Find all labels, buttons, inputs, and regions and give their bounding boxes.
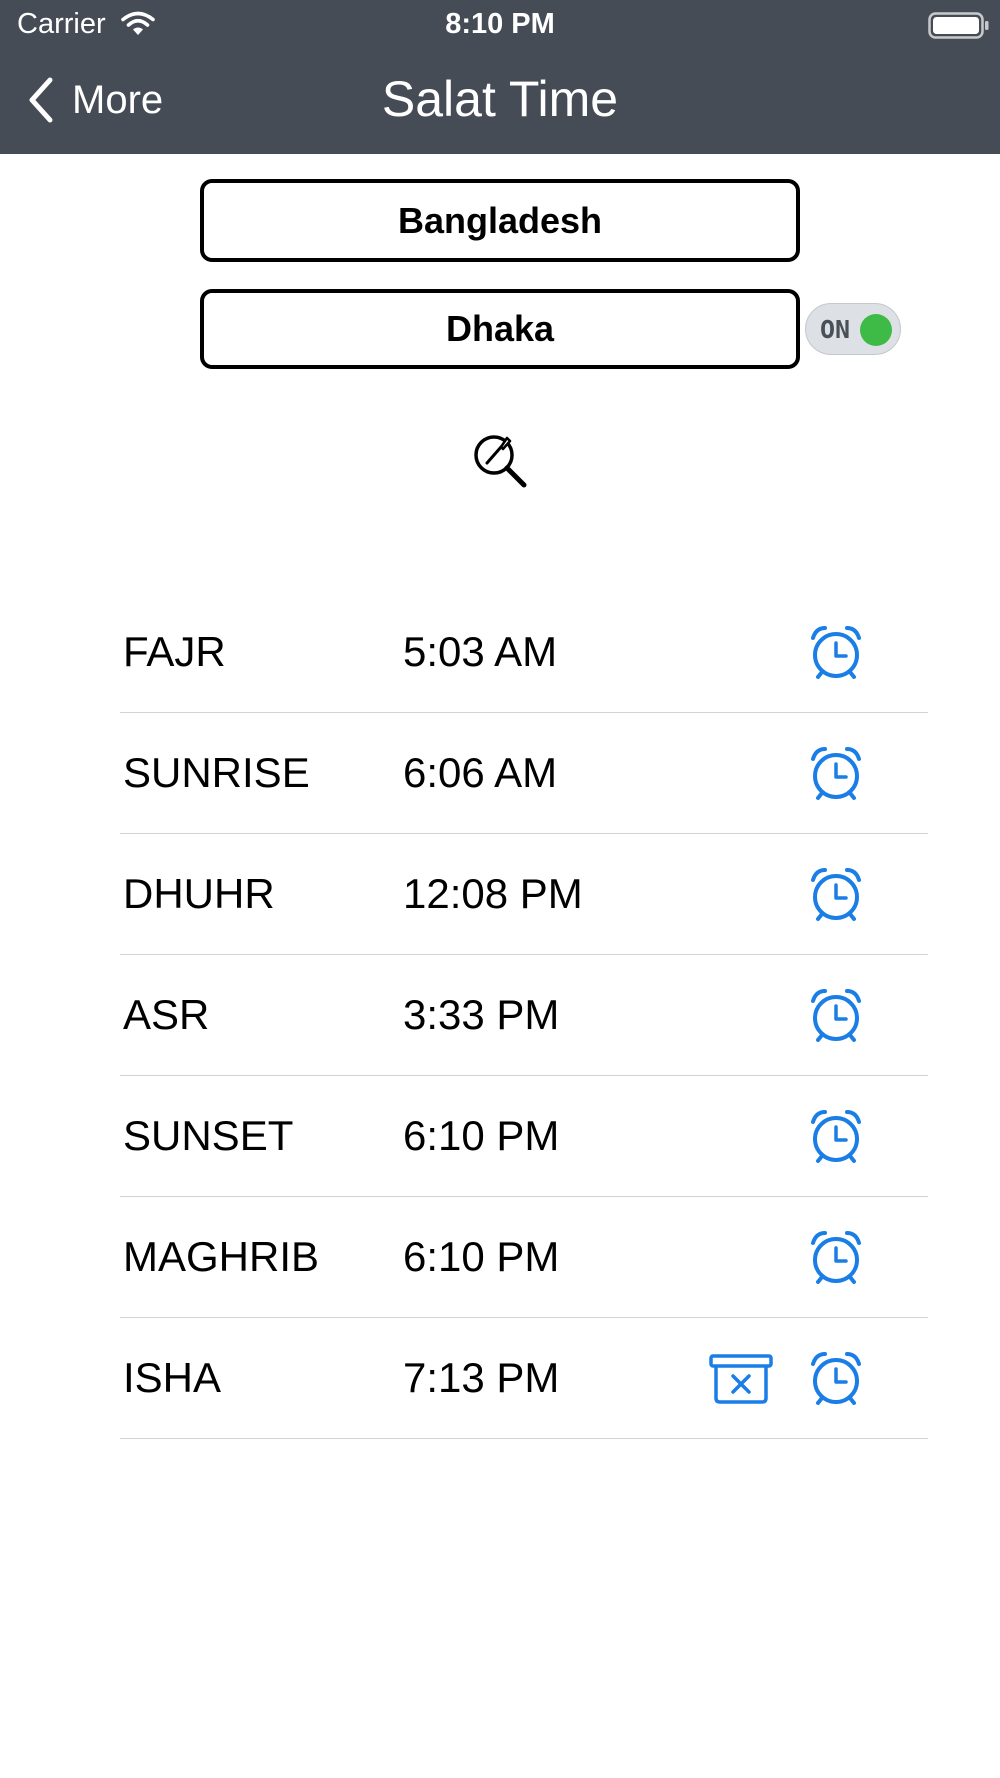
alarm-clock-icon[interactable] [808, 1350, 864, 1411]
prayer-time: 6:10 PM [403, 1112, 560, 1159]
prayer-name: ASR [123, 991, 210, 1038]
prayer-time: 7:13 PM [403, 1354, 560, 1401]
alarm-clock-icon[interactable] [808, 1229, 864, 1290]
toggle-label: ON [820, 315, 851, 344]
prayer-time: 12:08 PM [403, 870, 583, 917]
prayer-row-maghrib: MAGHRIB 6:10 PM [120, 1197, 928, 1318]
navigation-header: Carrier 8:10 PM More Salat Time [0, 0, 1000, 154]
status-bar: Carrier 8:10 PM [0, 0, 1000, 50]
prayer-row-sunset: SUNSET 6:10 PM [120, 1076, 928, 1197]
search-icon[interactable] [470, 430, 532, 497]
trash-icon[interactable] [709, 1354, 773, 1409]
alarm-clock-icon[interactable] [808, 745, 864, 806]
alarm-clock-icon[interactable] [808, 987, 864, 1048]
battery-icon [928, 12, 990, 45]
prayer-name: MAGHRIB [123, 1233, 320, 1280]
prayer-time: 5:03 AM [403, 628, 558, 675]
prayer-name: SUNRISE [123, 749, 310, 796]
prayer-name: FAJR [123, 628, 226, 675]
country-value: Bangladesh [397, 199, 603, 241]
prayer-row-fajr: FAJR 5:03 AM [120, 592, 928, 713]
alarm-clock-icon[interactable] [808, 1108, 864, 1169]
prayer-name: ISHA [123, 1354, 222, 1401]
alarm-clock-icon[interactable] [808, 866, 864, 927]
city-selector[interactable]: Dhaka [200, 289, 800, 369]
prayer-times-list: FAJR 5:03 AM SUNRISE 6:06 AM DHUHR 12:08… [120, 592, 928, 1439]
prayer-time: 3:33 PM [403, 991, 560, 1038]
prayer-name: DHUHR [123, 870, 275, 917]
status-time: 8:10 PM [445, 8, 555, 40]
prayer-time: 6:06 AM [403, 749, 558, 796]
prayer-name: SUNSET [123, 1112, 294, 1159]
prayer-row-sunrise: SUNRISE 6:06 AM [120, 713, 928, 834]
prayer-row-isha: ISHA 7:13 PM [120, 1318, 928, 1439]
country-selector[interactable]: Bangladesh [200, 179, 800, 262]
prayer-row-dhuhr: DHUHR 12:08 PM [120, 834, 928, 955]
page-title: Salat Time [381, 71, 619, 127]
city-value: Dhaka [445, 308, 555, 349]
prayer-time: 6:10 PM [403, 1233, 560, 1280]
prayer-row-asr: ASR 3:33 PM [120, 955, 928, 1076]
location-toggle[interactable]: ON [805, 303, 901, 355]
alarm-clock-icon[interactable] [808, 624, 864, 685]
toggle-knob [860, 314, 892, 346]
